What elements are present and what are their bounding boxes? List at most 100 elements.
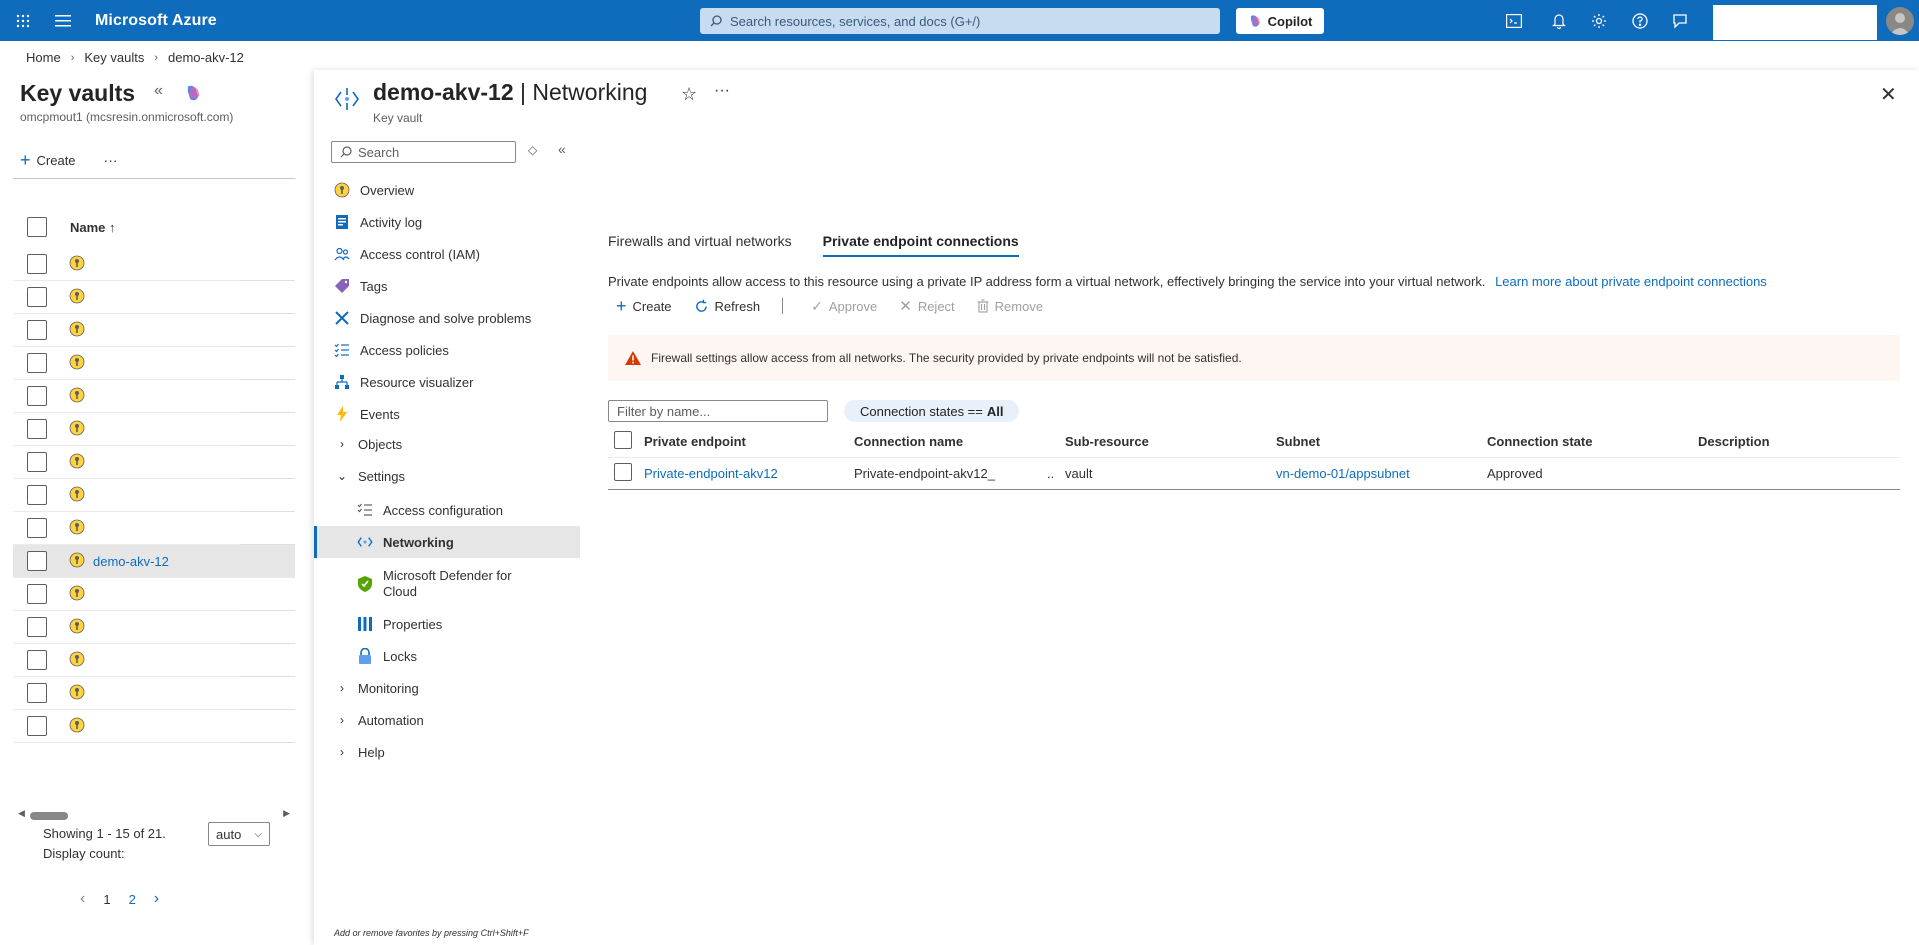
menu-group-help[interactable]: › Help: [314, 736, 580, 768]
account-info-box[interactable]: [1713, 5, 1877, 40]
menu-group-monitoring[interactable]: › Monitoring: [314, 672, 580, 704]
remove-button[interactable]: Remove: [977, 299, 1043, 314]
scroll-right-icon[interactable]: ▶: [283, 808, 290, 819]
cloud-shell-icon[interactable]: [1506, 0, 1522, 41]
menu-search-input[interactable]: Search: [331, 141, 516, 163]
scroll-left-icon[interactable]: ◀: [18, 808, 25, 819]
help-icon[interactable]: [1632, 0, 1648, 41]
select-all-checkbox[interactable]: [614, 431, 632, 449]
list-item[interactable]: [13, 248, 295, 281]
sort-toggle-icon[interactable]: ◇: [528, 143, 537, 157]
page-1[interactable]: 1: [103, 892, 110, 907]
menu-item-defender[interactable]: Microsoft Defender for Cloud: [314, 561, 580, 607]
row-checkbox[interactable]: [27, 716, 47, 736]
breadcrumb-key-vaults[interactable]: Key vaults: [84, 50, 144, 65]
row-checkbox[interactable]: [27, 386, 47, 406]
menu-item-resource-visualizer[interactable]: Resource visualizer: [314, 366, 580, 398]
list-item[interactable]: [13, 281, 295, 314]
row-checkbox[interactable]: [27, 419, 47, 439]
connection-states-filter-pill[interactable]: Connection states == All: [844, 400, 1020, 422]
menu-item-overview[interactable]: Overview: [314, 174, 580, 206]
column-header-connection-state[interactable]: Connection state: [1487, 434, 1698, 449]
row-checkbox[interactable]: [27, 353, 47, 373]
create-button[interactable]: + Create: [616, 297, 672, 315]
scrollbar-thumb[interactable]: [30, 812, 68, 820]
horizontal-scrollbar[interactable]: ◀ ▶: [18, 808, 290, 822]
menu-item-access-configuration[interactable]: Access configuration: [314, 494, 580, 526]
breadcrumb-demo-akv-12[interactable]: demo-akv-12: [168, 50, 244, 65]
refresh-button[interactable]: Refresh: [694, 299, 760, 314]
menu-item-access-policies[interactable]: Access policies: [314, 334, 580, 366]
row-checkbox[interactable]: [27, 617, 47, 637]
list-item[interactable]: [13, 677, 295, 710]
list-item[interactable]: [13, 314, 295, 347]
column-header-connection-name[interactable]: Connection name: [854, 434, 1065, 449]
column-header-name[interactable]: Name ↑: [70, 220, 116, 235]
menu-item-networking[interactable]: Networking: [314, 526, 580, 558]
list-item[interactable]: demo-akv-12: [13, 545, 295, 578]
collapse-menu-icon[interactable]: «: [558, 141, 566, 157]
table-row[interactable]: Private-endpoint-akv12 Private-endpoint-…: [608, 458, 1900, 490]
more-options-icon[interactable]: ···: [714, 82, 730, 100]
avatar[interactable]: [1886, 7, 1914, 35]
menu-group-automation[interactable]: › Automation: [314, 704, 580, 736]
row-checkbox[interactable]: [27, 584, 47, 604]
row-checkbox[interactable]: [27, 320, 47, 340]
column-header-description[interactable]: Description: [1698, 434, 1898, 449]
subnet-link[interactable]: vn-demo-01/appsubnet: [1276, 466, 1410, 481]
list-item[interactable]: [13, 578, 295, 611]
display-count-select[interactable]: auto ⌵: [208, 822, 270, 846]
column-header-private-endpoint[interactable]: Private endpoint: [644, 434, 854, 449]
list-item[interactable]: [13, 611, 295, 644]
private-endpoint-link[interactable]: Private-endpoint-akv12: [644, 466, 778, 481]
menu-item-tags[interactable]: Tags: [314, 270, 580, 302]
favorite-star-icon[interactable]: ☆: [681, 84, 697, 105]
list-item[interactable]: [13, 710, 295, 743]
select-all-checkbox[interactable]: [27, 217, 47, 237]
row-checkbox[interactable]: [27, 551, 47, 571]
previous-page-icon[interactable]: ‹: [80, 890, 85, 908]
menu-item-activity-log[interactable]: Activity log: [314, 206, 580, 238]
list-item[interactable]: [13, 347, 295, 380]
list-item[interactable]: [13, 380, 295, 413]
brand-title[interactable]: Microsoft Azure: [95, 12, 217, 30]
hamburger-menu-icon[interactable]: [43, 0, 83, 41]
row-checkbox[interactable]: [27, 650, 47, 670]
collapse-double-chevron-icon[interactable]: «: [154, 82, 163, 100]
notifications-icon[interactable]: [1552, 0, 1566, 41]
reject-button[interactable]: ✕ Reject: [899, 297, 954, 315]
menu-item-diagnose[interactable]: Diagnose and solve problems: [314, 302, 580, 334]
list-item[interactable]: [13, 644, 295, 677]
column-header-sub-resource[interactable]: Sub-resource: [1065, 434, 1276, 449]
row-checkbox[interactable]: [27, 518, 47, 538]
column-header-subnet[interactable]: Subnet: [1276, 434, 1487, 449]
next-page-icon[interactable]: ›: [154, 890, 159, 908]
key-vault-name-link[interactable]: demo-akv-12: [93, 554, 169, 569]
tab-firewalls[interactable]: Firewalls and virtual networks: [608, 233, 792, 257]
row-checkbox[interactable]: [614, 463, 632, 481]
list-item[interactable]: [13, 512, 295, 545]
row-checkbox[interactable]: [27, 452, 47, 472]
menu-item-locks[interactable]: Locks: [314, 640, 580, 672]
more-options-icon[interactable]: ···: [104, 152, 118, 168]
list-item[interactable]: [13, 446, 295, 479]
row-checkbox[interactable]: [27, 287, 47, 307]
tab-private-endpoints[interactable]: Private endpoint connections: [822, 233, 1019, 257]
create-button[interactable]: + Create: [20, 151, 76, 169]
menu-item-access-control[interactable]: Access control (IAM): [314, 238, 580, 270]
list-item[interactable]: [13, 479, 295, 512]
menu-group-objects[interactable]: › Objects: [314, 428, 580, 460]
row-checkbox[interactable]: [27, 683, 47, 703]
menu-item-properties[interactable]: Properties: [314, 608, 580, 640]
page-2[interactable]: 2: [129, 892, 136, 907]
filter-by-name-input[interactable]: Filter by name...: [608, 400, 828, 422]
row-checkbox[interactable]: [27, 254, 47, 274]
copilot-button[interactable]: Copilot: [1236, 8, 1324, 34]
app-launcher-icon[interactable]: [3, 0, 43, 41]
row-checkbox[interactable]: [27, 485, 47, 505]
list-item[interactable]: [13, 413, 295, 446]
breadcrumb-home[interactable]: Home: [26, 50, 61, 65]
copilot-icon[interactable]: [184, 84, 202, 105]
feedback-icon[interactable]: [1672, 0, 1688, 41]
close-icon[interactable]: ✕: [1880, 82, 1897, 107]
